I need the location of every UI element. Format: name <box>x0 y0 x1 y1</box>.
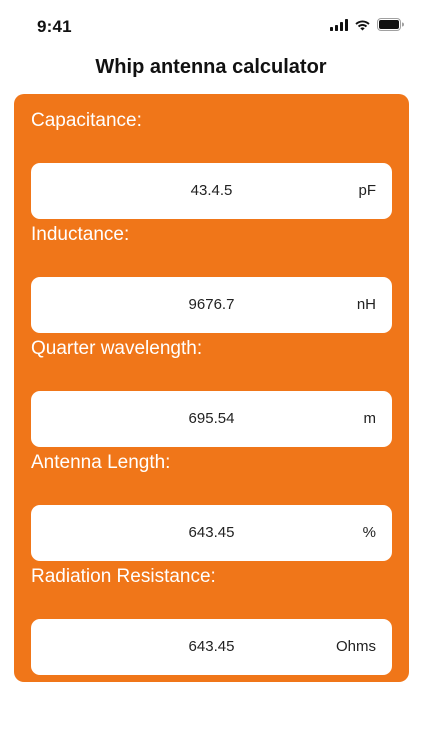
quarter-wavelength-label: Quarter wavelength: <box>31 338 203 359</box>
capacitance-label: Capacitance: <box>31 110 142 131</box>
antenna-length-unit: % <box>362 524 376 541</box>
antenna-length-field[interactable]: 643.45 % <box>31 505 392 561</box>
inductance-label: Inductance: <box>31 224 130 245</box>
antenna-length-value: 643.45 <box>188 524 235 541</box>
status-icons <box>330 18 404 31</box>
radiation-resistance-unit: Ohms <box>335 638 376 655</box>
quarter-wavelength-field[interactable]: 695.54 m <box>31 391 392 447</box>
quarter-wavelength-unit: m <box>363 410 377 427</box>
antenna-length-label: Antenna Length: <box>31 452 171 473</box>
capacitance-value: 43.4.5 <box>190 182 233 199</box>
battery-icon <box>377 18 404 31</box>
inductance-field[interactable]: 9676.7 nH <box>31 277 392 333</box>
quarter-wavelength-value: 695.54 <box>188 410 235 427</box>
capacitance-field[interactable]: 43.4.5 pF <box>31 163 392 219</box>
calculator-card: Capacitance: 43.4.5 pF Inductance: 9676.… <box>14 94 409 682</box>
status-bar: 9:41 <box>0 0 422 52</box>
wifi-icon <box>355 19 370 30</box>
inductance-value: 9676.7 <box>188 296 235 313</box>
page-title: Whip antenna calculator <box>95 56 327 78</box>
radiation-resistance-label: Radiation Resistance: <box>31 566 216 587</box>
inductance-unit: nH <box>356 296 376 313</box>
capacitance-unit: pF <box>358 182 376 199</box>
status-time: 9:41 <box>37 17 72 36</box>
signal-icon <box>330 18 348 31</box>
radiation-resistance-field[interactable]: 643.45 Ohms <box>31 619 392 675</box>
